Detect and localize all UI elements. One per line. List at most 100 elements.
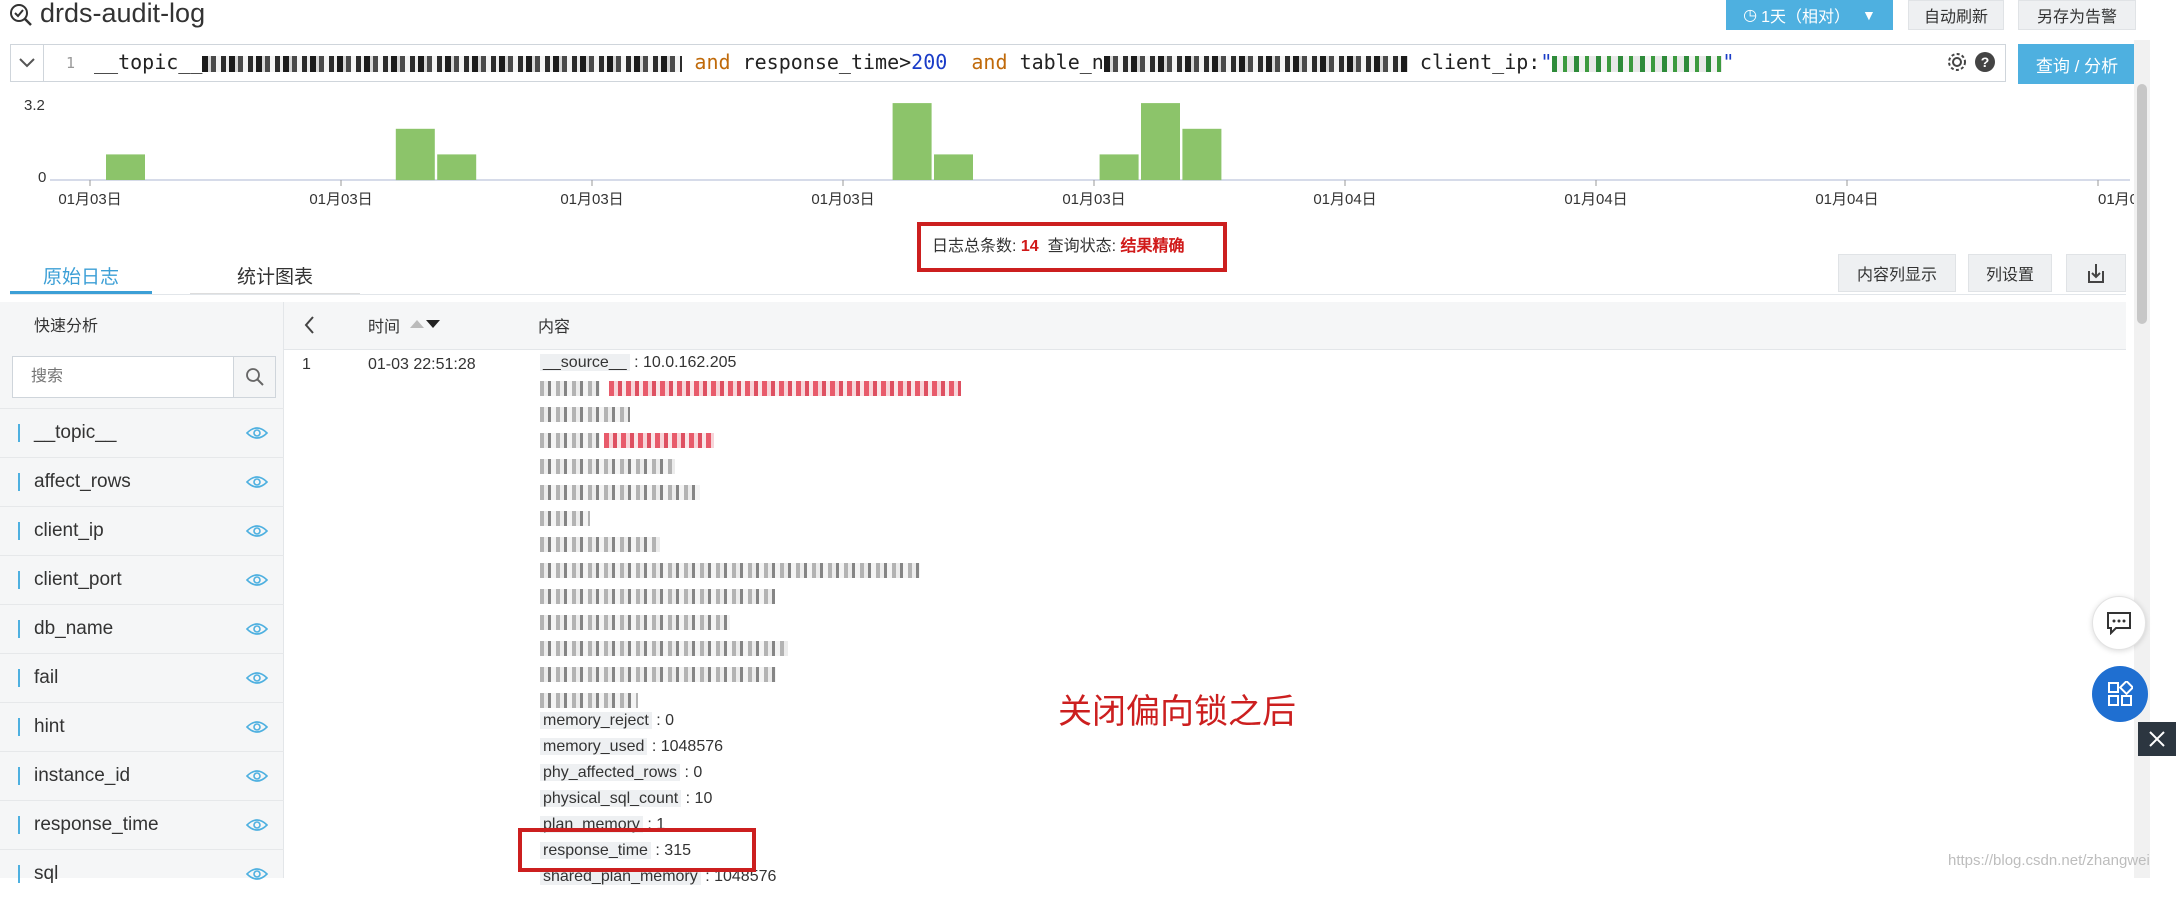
eye-icon[interactable] — [246, 817, 268, 833]
eye-icon[interactable] — [246, 670, 268, 686]
field-item[interactable]: fail — [0, 653, 284, 702]
x-tick-label: 01月04日 — [1313, 191, 1376, 208]
query-keyword-and: and — [971, 50, 1008, 74]
tab-statistics-chart[interactable]: 统计图表 — [190, 262, 360, 294]
field-item[interactable]: affect_rows — [0, 457, 284, 506]
eye-icon[interactable] — [246, 719, 268, 735]
field-item[interactable]: client_port — [0, 555, 284, 604]
time-range-button[interactable]: ◷ 1天（相对） ▼ — [1726, 0, 1893, 30]
redacted-log-line — [540, 458, 675, 476]
clock-icon: ◷ — [1743, 7, 1758, 24]
histogram-bars — [106, 103, 1222, 181]
histogram-bar[interactable] — [395, 128, 435, 181]
svg-text:?: ? — [1981, 54, 1990, 70]
eye-icon[interactable] — [246, 523, 268, 539]
column-settings-button[interactable]: 列设置 — [1968, 254, 2052, 292]
field-item[interactable]: hint — [0, 702, 284, 751]
collapse-row-button[interactable] — [300, 312, 320, 338]
query-status: 结果精确 — [1120, 238, 1185, 255]
eye-icon[interactable] — [246, 768, 268, 784]
x-tick-label: 01月0 — [2098, 191, 2134, 208]
field-item[interactable]: sql — [0, 849, 284, 898]
histogram-bar[interactable] — [934, 154, 973, 180]
column-header-time[interactable]: 时间 — [368, 313, 400, 337]
log-field: memory_reject : 0 — [540, 712, 674, 730]
redacted-log-line — [540, 432, 715, 450]
redacted-log-line — [540, 406, 630, 424]
redacted-log-line — [540, 536, 660, 554]
field-search-input[interactable] — [12, 356, 234, 398]
field-marker — [18, 767, 20, 785]
download-button[interactable] — [2066, 254, 2126, 292]
redacted-log-line — [540, 692, 638, 710]
eye-icon[interactable] — [246, 621, 268, 637]
apps-button[interactable] — [2092, 666, 2148, 722]
redacted-log-line — [540, 614, 730, 632]
query-response-clause: response_time> — [742, 50, 912, 74]
log-store-icon — [8, 2, 34, 28]
histogram-bar[interactable] — [106, 154, 145, 180]
query-response-value: 200 — [911, 50, 948, 74]
x-tick-label: 01月04日 — [1564, 191, 1627, 208]
query-keyword-and: and — [694, 50, 731, 74]
sort-icon[interactable] — [410, 317, 440, 331]
redacted-log-line — [540, 484, 700, 502]
query-topic-key: __topic__ — [94, 50, 203, 74]
eye-icon[interactable] — [246, 572, 268, 588]
field-marker — [18, 473, 20, 491]
query-collapse-button[interactable] — [10, 44, 44, 82]
field-item[interactable]: instance_id — [0, 751, 284, 800]
content-columns-button[interactable]: 内容列显示 — [1838, 254, 1956, 292]
field-item[interactable]: response_time — [0, 800, 284, 849]
help-icon[interactable]: ? — [1974, 51, 1996, 73]
histogram-bar[interactable] — [437, 154, 477, 180]
time-range-label: 1天（相对） — [1761, 9, 1850, 26]
save-as-alert-button[interactable]: 另存为告警 — [2018, 0, 2136, 30]
eye-icon[interactable] — [246, 866, 268, 882]
field-label: db_name — [34, 618, 114, 639]
eye-icon[interactable] — [246, 474, 268, 490]
field-marker — [18, 669, 20, 687]
caret-down-icon: ▼ — [1862, 7, 1876, 23]
collapse-icon — [2149, 731, 2165, 747]
histogram-bar[interactable] — [1099, 154, 1139, 180]
x-tick-label: 01月03日 — [309, 191, 372, 208]
chevron-left-icon — [304, 316, 314, 334]
field-item[interactable]: client_ip — [0, 506, 284, 555]
field-item[interactable]: __topic__ — [0, 408, 284, 457]
row-index: 1 — [302, 356, 311, 373]
field-label: fail — [34, 667, 59, 688]
redacted-query-part — [1552, 55, 1723, 72]
query-status-label: 查询状态: — [1047, 238, 1117, 255]
histogram-bar[interactable] — [1182, 128, 1222, 181]
query-text[interactable]: __topic__ and response_time>200 and tabl… — [94, 50, 1734, 74]
auto-refresh-button[interactable]: 自动刷新 — [1908, 0, 2004, 30]
x-tick-label: 01月03日 — [1062, 191, 1125, 208]
chat-button[interactable] — [2092, 596, 2146, 650]
query-quote: " — [1540, 50, 1553, 74]
histogram-bar[interactable] — [1141, 103, 1180, 180]
field-key: memory_reject — [540, 712, 652, 729]
field-value: 1048576 — [660, 738, 724, 755]
histogram-chart[interactable]: 3.2 0 01月03日 01月03日 01月03日 01月03日 01月03日 01月0… — [10, 90, 2134, 212]
settings-icon[interactable] — [1946, 51, 1968, 73]
log-field: memory_used : 1048576 — [540, 738, 723, 756]
query-analyze-button[interactable]: 查询 / 分析 — [2018, 44, 2136, 84]
total-count: 14 — [1020, 238, 1039, 255]
field-label: sql — [34, 863, 59, 884]
field-label: affect_rows — [34, 471, 131, 492]
query-quote: " — [1722, 50, 1735, 74]
side-collapse-button[interactable] — [2138, 722, 2176, 756]
query-table-key: table_n — [1019, 50, 1104, 74]
field-value: 10.0.162.205 — [642, 354, 737, 371]
field-label: response_time — [34, 814, 159, 835]
field-search-button[interactable] — [234, 356, 276, 398]
eye-icon[interactable] — [246, 425, 268, 441]
histogram-bar[interactable] — [892, 103, 932, 180]
field-marker — [18, 522, 20, 540]
field-item[interactable]: db_name — [0, 604, 284, 653]
field-marker — [18, 865, 20, 883]
tab-raw-logs[interactable]: 原始日志 — [10, 262, 152, 294]
scrollbar-thumb[interactable] — [2137, 84, 2147, 324]
apps-grid-icon — [2108, 681, 2133, 706]
